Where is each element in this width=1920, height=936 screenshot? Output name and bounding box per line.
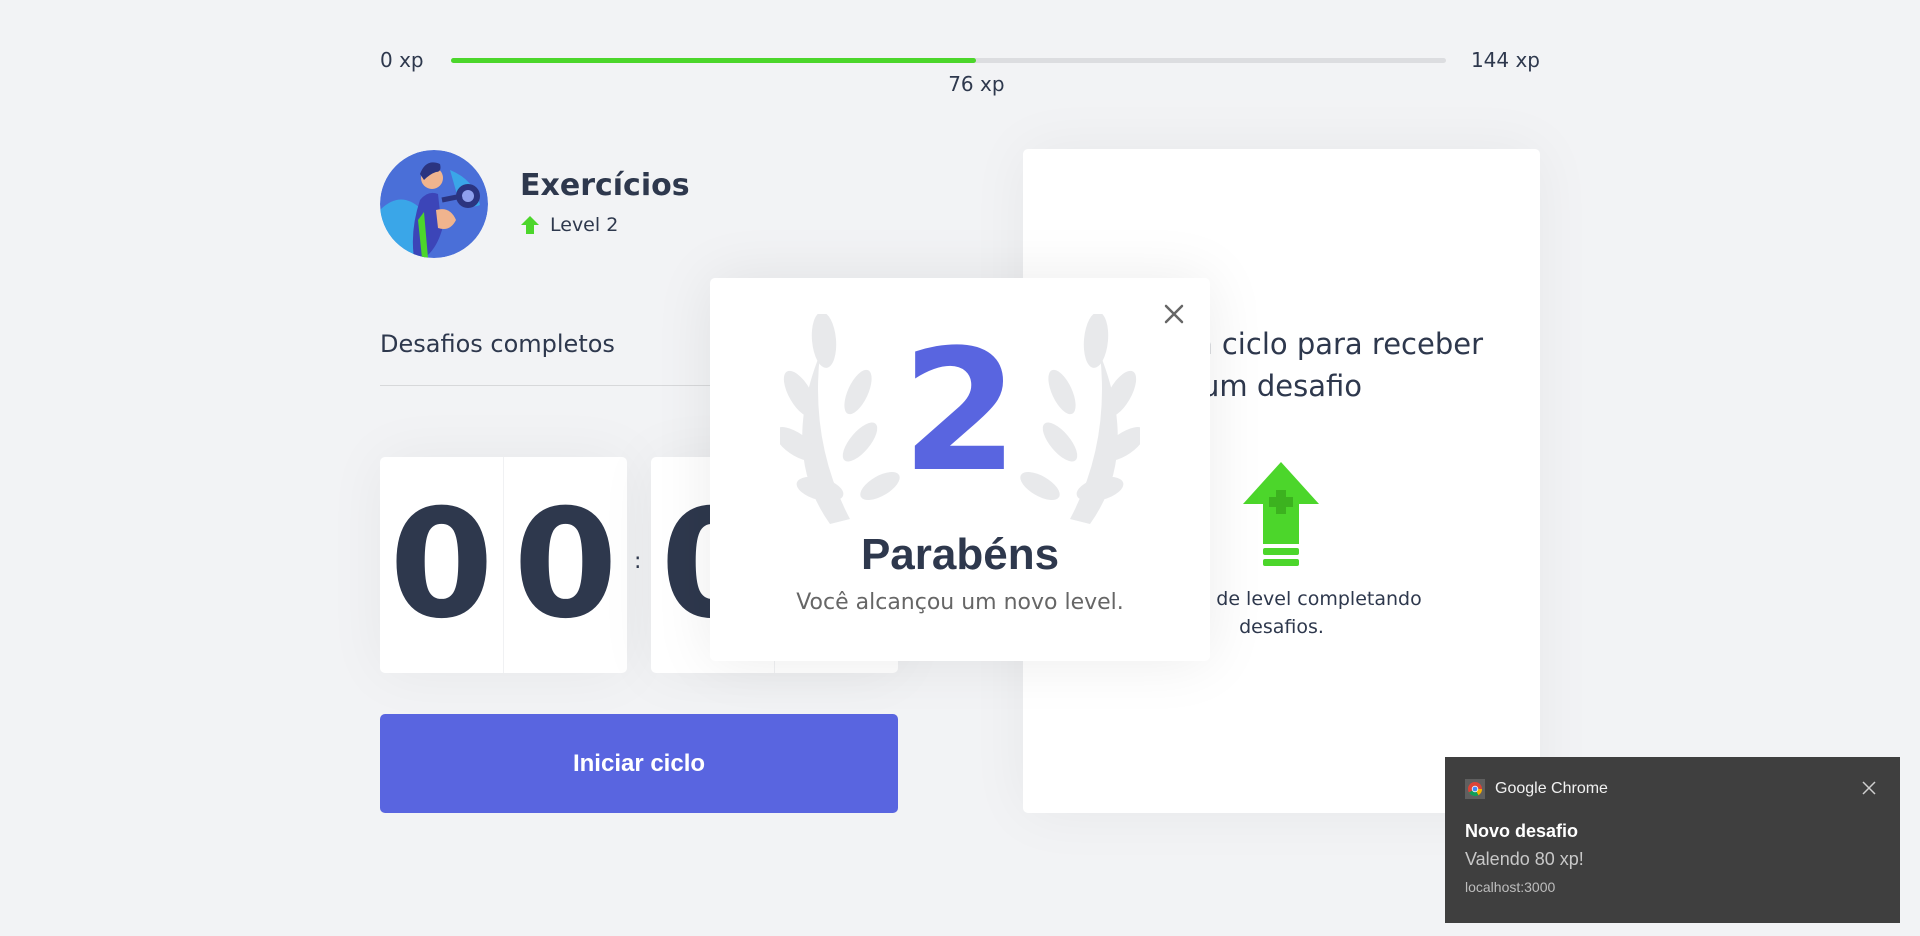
xp-progress-fill: [451, 58, 977, 63]
profile-name: Exercícios: [520, 168, 690, 203]
chrome-icon: [1465, 779, 1485, 799]
minutes-tens-digit: 0: [389, 478, 494, 652]
modal-subtitle: Você alcançou um novo level.: [796, 590, 1124, 615]
minutes-units-digit: 0: [503, 457, 627, 673]
new-level-number: 2: [901, 313, 1019, 509]
xp-max-label: 144 xp: [1470, 48, 1540, 72]
start-cycle-button[interactable]: Iniciar ciclo: [380, 714, 898, 813]
xp-progress-track: [451, 58, 1446, 63]
level-up-icon: [521, 216, 539, 234]
level-up-icon: [1243, 462, 1319, 566]
close-icon[interactable]: [1860, 779, 1878, 797]
experience-bar: 0 xp 76 xp 144 xp: [380, 40, 1540, 100]
countdown-minutes: 0 0: [380, 457, 627, 673]
level-label: Level 2: [550, 214, 619, 236]
countdown-separator: :: [634, 549, 642, 574]
notification-title: Novo desafio: [1465, 821, 1579, 841]
avatar: [380, 150, 488, 258]
xp-current-label: 76 xp: [948, 72, 1005, 96]
completed-challenges-label: Desafios completos: [380, 330, 615, 358]
level-up-modal: 2 Parabéns Você alcançou um novo level.: [710, 278, 1210, 661]
desktop-notification[interactable]: Google Chrome Novo desafio Valendo 80 xp…: [1445, 757, 1900, 923]
notification-body: Valendo 80 xp!: [1465, 849, 1584, 869]
profile-level: Level 2: [520, 214, 618, 236]
modal-title: Parabéns: [860, 530, 1060, 579]
close-icon: [1164, 304, 1184, 324]
notification-source: localhost:3000: [1465, 879, 1556, 895]
xp-min-label: 0 xp: [380, 48, 424, 72]
notification-app-name: Google Chrome: [1495, 780, 1608, 797]
notification-app: Google Chrome: [1465, 779, 1608, 799]
profile: Exercícios Level 2: [380, 148, 880, 260]
close-modal-button[interactable]: [1160, 300, 1188, 328]
